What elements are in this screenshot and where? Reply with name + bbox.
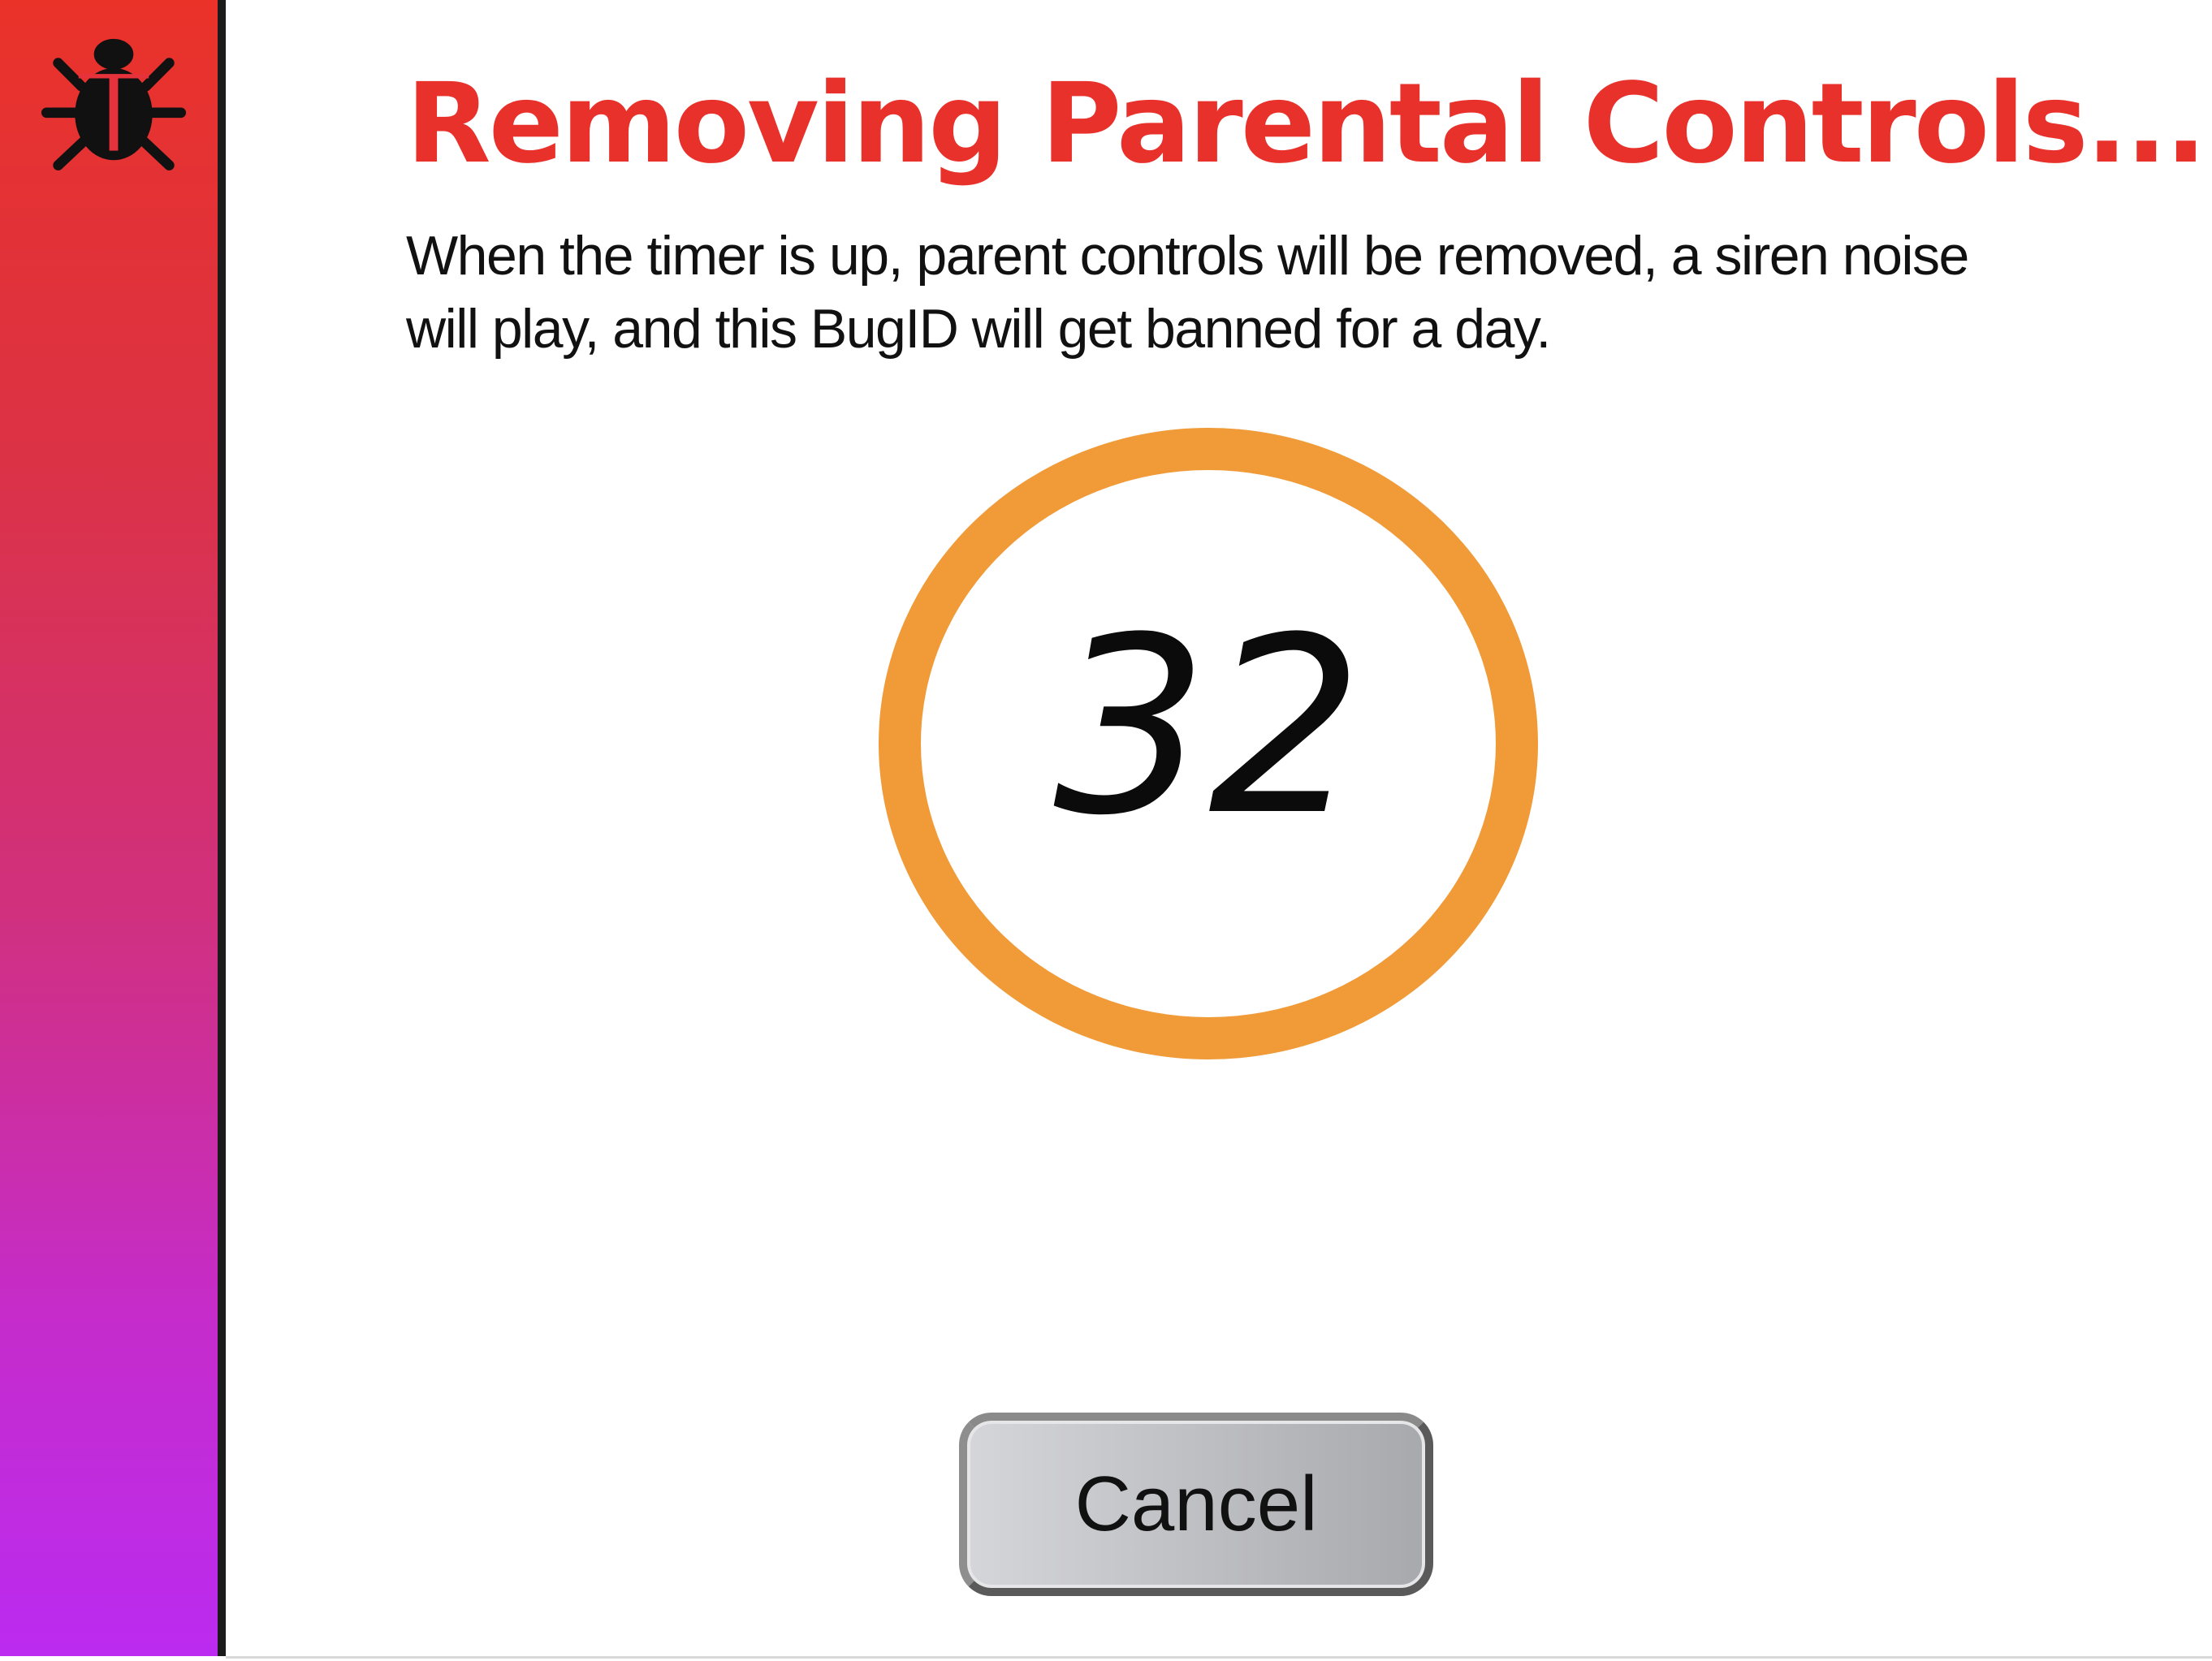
warning-message: When the timer is up, parent controls wi…: [406, 225, 1969, 360]
removal-dialog: Removing Parental Controls... When the t…: [0, 0, 2212, 1661]
sidebar: [0, 0, 226, 1656]
countdown-value: 32: [1053, 585, 1363, 869]
page-title: Removing Parental Controls...: [406, 60, 2207, 188]
bug-icon: [41, 38, 187, 170]
countdown-timer: 32: [879, 428, 1538, 1059]
bottom-divider: [226, 1656, 2212, 1659]
cancel-button[interactable]: Cancel: [959, 1413, 1433, 1596]
